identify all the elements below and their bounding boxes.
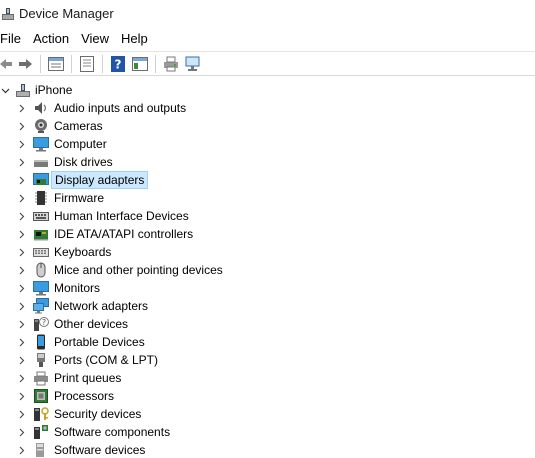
tree-item-label: Other devices xyxy=(54,317,129,331)
mouse-icon xyxy=(33,262,49,278)
forward-button[interactable] xyxy=(14,53,36,75)
camera-icon xyxy=(33,118,49,134)
security-device-icon xyxy=(33,406,49,422)
forward-arrow-icon xyxy=(19,58,32,69)
chevron-right-icon[interactable] xyxy=(16,175,26,185)
menu-help[interactable]: Help xyxy=(115,29,154,49)
show-hide-pane-button[interactable] xyxy=(129,53,151,75)
chevron-right-icon[interactable] xyxy=(16,301,26,311)
update-list-button[interactable] xyxy=(76,53,98,75)
toolbar-separator xyxy=(155,54,156,73)
svg-text:?: ? xyxy=(115,57,122,71)
tree-item-label: Audio inputs and outputs xyxy=(54,101,187,115)
chevron-right-icon[interactable] xyxy=(16,355,26,365)
back-button[interactable] xyxy=(0,53,14,75)
svg-text:?: ? xyxy=(42,318,46,327)
software-component-icon xyxy=(33,424,49,440)
device-tree[interactable]: iPhone Audio inputs and outputs Cameras … xyxy=(0,81,535,458)
tree-root-label: iPhone xyxy=(35,83,73,97)
software-device-icon xyxy=(33,442,49,458)
tree-item-label: Disk drives xyxy=(54,155,113,169)
chevron-down-icon[interactable] xyxy=(0,85,10,95)
chevron-right-icon[interactable] xyxy=(16,139,26,149)
printer-icon xyxy=(33,370,49,386)
print-icon xyxy=(164,56,178,71)
chevron-right-icon[interactable] xyxy=(16,409,26,419)
tree-item-label: Ports (COM & LPT) xyxy=(54,353,159,367)
tree-item-label: Keyboards xyxy=(54,245,112,259)
tree-item-label: Cameras xyxy=(54,119,103,133)
menu-action[interactable]: Action xyxy=(27,29,75,49)
toolbar-separator xyxy=(40,54,41,73)
chevron-right-icon[interactable] xyxy=(16,265,26,275)
back-arrow-icon xyxy=(0,58,12,69)
ide-controller-icon xyxy=(33,226,49,242)
keyboard-icon xyxy=(33,244,49,260)
tree-item-label: Processors xyxy=(54,389,115,403)
chevron-right-icon[interactable] xyxy=(16,391,26,401)
properties-button[interactable] xyxy=(45,53,67,75)
chevron-right-icon[interactable] xyxy=(16,373,26,383)
menu-file[interactable]: File xyxy=(0,29,27,49)
menu-bar: File Action View Help xyxy=(0,29,154,49)
disk-drive-icon xyxy=(33,154,49,170)
tree-item-label: Portable Devices xyxy=(54,335,145,349)
device-manager-icon xyxy=(1,7,15,21)
tree-item-label: Network adapters xyxy=(54,299,149,313)
chevron-right-icon[interactable] xyxy=(16,211,26,221)
toolbar: ? xyxy=(0,51,535,76)
chevron-right-icon[interactable] xyxy=(16,103,26,113)
help-button[interactable]: ? xyxy=(107,53,129,75)
hid-icon xyxy=(33,208,49,224)
window-title: Device Manager xyxy=(19,6,114,21)
tree-item-label: Print queues xyxy=(54,371,122,385)
tree-item-label: Human Interface Devices xyxy=(54,209,189,223)
print-button[interactable] xyxy=(160,53,182,75)
scan-hardware-icon xyxy=(185,56,200,71)
network-adapter-icon xyxy=(33,298,49,314)
tree-item-label: Security devices xyxy=(54,407,142,421)
show-hide-pane-icon xyxy=(132,56,148,71)
chevron-right-icon[interactable] xyxy=(16,247,26,257)
chevron-right-icon[interactable] xyxy=(16,319,26,329)
chevron-right-icon[interactable] xyxy=(16,445,26,455)
tree-item-label: Monitors xyxy=(54,281,101,295)
portable-device-icon xyxy=(33,334,49,350)
help-icon: ? xyxy=(111,55,125,72)
chevron-right-icon[interactable] xyxy=(16,157,26,167)
tree-item-label: Software devices xyxy=(54,443,146,457)
chevron-right-icon[interactable] xyxy=(16,337,26,347)
speaker-icon xyxy=(33,100,49,116)
tree-item-label: Computer xyxy=(54,137,107,151)
computer-tree-root-icon xyxy=(15,82,31,98)
scan-hardware-button[interactable] xyxy=(182,53,204,75)
chevron-right-icon[interactable] xyxy=(16,229,26,239)
other-devices-icon: ? xyxy=(33,316,49,332)
title-bar: Device Manager xyxy=(0,0,535,27)
processor-icon xyxy=(33,388,49,404)
tree-item-label: Software components xyxy=(54,425,171,439)
firmware-icon xyxy=(33,190,49,206)
tree-item-label: Firmware xyxy=(54,191,104,205)
tree-item-label: IDE ATA/ATAPI controllers xyxy=(54,227,194,241)
display-adapter-icon xyxy=(33,172,49,188)
properties-icon xyxy=(48,56,64,71)
chevron-right-icon[interactable] xyxy=(16,193,26,203)
toolbar-separator xyxy=(102,54,103,73)
update-list-icon xyxy=(80,55,94,72)
toolbar-separator xyxy=(71,54,72,73)
chevron-right-icon[interactable] xyxy=(16,283,26,293)
menu-view[interactable]: View xyxy=(75,29,115,49)
tree-item-label: Mice and other pointing devices xyxy=(54,263,223,277)
monitor-icon xyxy=(33,280,49,296)
chevron-right-icon[interactable] xyxy=(16,427,26,437)
computer-icon xyxy=(33,136,49,152)
chevron-right-icon[interactable] xyxy=(16,121,26,131)
port-icon xyxy=(33,352,49,368)
tree-item-label: Display adapters xyxy=(51,171,149,189)
